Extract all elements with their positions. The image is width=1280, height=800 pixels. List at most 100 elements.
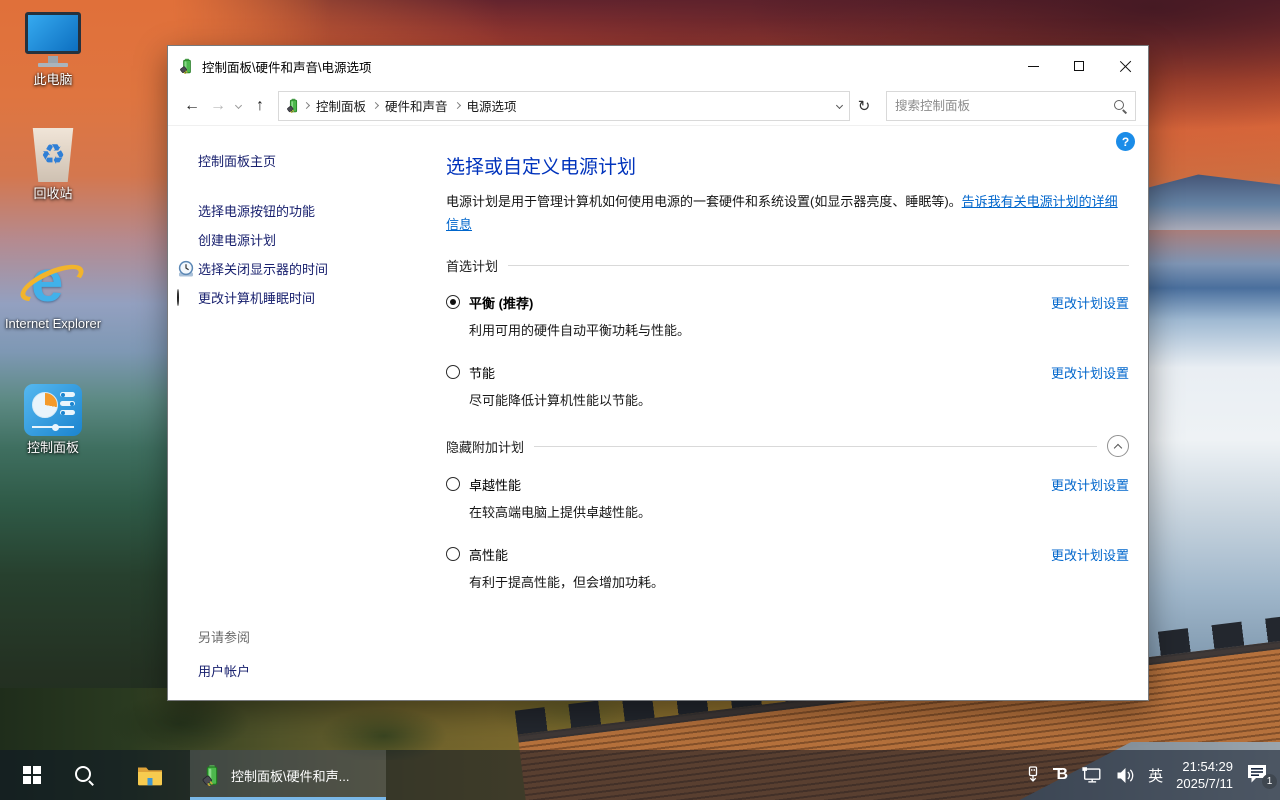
sidebar-item-display-off-time[interactable]: 选择关闭显示器的时间 [168, 255, 446, 284]
section-header-hidden-plans: 隐藏附加计划 [446, 435, 1129, 457]
plan-row-balanced: 平衡 (推荐) 利用可用的硬件自动平衡功耗与性能。 更改计划设置 [446, 293, 1129, 339]
control-panel-tile [24, 384, 82, 436]
address-bar[interactable]: 控制面板 硬件和声音 电源选项 [278, 91, 850, 121]
plan-name: 平衡 (推荐) [469, 293, 690, 312]
chevron-right-icon [303, 102, 310, 109]
desktop-icon-label: 回收站 [4, 186, 102, 202]
breadcrumb-power-options[interactable]: 电源选项 [463, 96, 521, 115]
refresh-icon: ↻ [858, 97, 871, 115]
sidebar-item-user-accounts[interactable]: 用户帐户 [198, 661, 250, 680]
monitor-icon [25, 12, 81, 54]
radio-balanced[interactable] [446, 295, 460, 309]
radio-high-performance[interactable] [446, 547, 460, 561]
change-plan-settings-link[interactable]: 更改计划设置 [1051, 475, 1129, 494]
breadcrumb-control-panel[interactable]: 控制面板 [312, 96, 370, 115]
forward-icon: → [210, 97, 226, 115]
tray-app-b-icon[interactable]: B [1054, 766, 1069, 784]
intro-text: 电源计划是用于管理计算机如何使用电源的一套硬件和系统设置(如显示器亮度、睡眠等)… [446, 190, 1129, 236]
power-options-icon [286, 98, 301, 113]
section-label: 隐藏附加计划 [446, 437, 524, 456]
plan-row-ultimate-performance: 卓越性能 在较高端电脑上提供卓越性能。 更改计划设置 [446, 475, 1129, 521]
preferred-plans: 平衡 (推荐) 利用可用的硬件自动平衡功耗与性能。 更改计划设置 节能 尽可能降… [446, 293, 1129, 409]
sidebar-item-home[interactable]: 控制面板主页 [198, 151, 446, 170]
plan-info: 平衡 (推荐) 利用可用的硬件自动平衡功耗与性能。 [469, 293, 690, 339]
radio-ultimate-performance[interactable] [446, 477, 460, 491]
change-plan-settings-link[interactable]: 更改计划设置 [1051, 363, 1129, 382]
taskbar-search-button[interactable] [58, 750, 110, 800]
search-icon[interactable] [1113, 99, 1127, 113]
search-box[interactable] [886, 91, 1136, 121]
network-icon[interactable] [1081, 766, 1103, 784]
radio-power-saver[interactable] [446, 365, 460, 379]
change-plan-settings-link[interactable]: 更改计划设置 [1051, 545, 1129, 564]
volume-icon[interactable] [1116, 767, 1135, 784]
recycle-bin-icon: ♻ [4, 124, 102, 182]
maximize-icon [1074, 61, 1084, 71]
maximize-button[interactable] [1056, 46, 1102, 86]
chevron-right-icon [453, 102, 460, 109]
address-dropdown-icon[interactable] [836, 102, 843, 109]
back-button[interactable]: ← [178, 97, 206, 115]
collapse-section-button[interactable] [1107, 435, 1129, 457]
clock-icon [177, 260, 195, 278]
up-button[interactable]: ↑ [246, 97, 274, 115]
plan-info: 节能 尽可能降低计算机性能以节能。 [469, 363, 651, 409]
plan-description: 在较高端电脑上提供卓越性能。 [469, 502, 651, 521]
minimize-button[interactable] [1010, 46, 1056, 86]
sidebar-item-label: 更改计算机睡眠时间 [198, 291, 315, 306]
close-button[interactable] [1102, 46, 1148, 86]
system-tray: B 英 21:54:29 2025/7/11 [1025, 758, 1280, 792]
task-label: 控制面板\硬件和声... [231, 766, 349, 785]
desktop: 此电脑 ♻ 回收站 e Internet Explorer [0, 0, 1280, 800]
notification-center-button[interactable]: 1 [1246, 764, 1270, 786]
close-icon [1119, 60, 1131, 72]
search-input[interactable] [895, 99, 1113, 113]
toggle-glyph [60, 401, 75, 406]
change-plan-settings-link[interactable]: 更改计划设置 [1051, 293, 1129, 312]
main-content: 选择或自定义电源计划 电源计划是用于管理计算机如何使用电源的一套硬件和系统设置(… [446, 126, 1148, 702]
desktop-icon-label: 控制面板 [4, 440, 102, 456]
power-options-icon [179, 58, 195, 74]
usb-eject-icon[interactable] [1025, 766, 1041, 784]
see-also-title: 另请参阅 [198, 627, 250, 646]
internet-explorer-icon: e [4, 254, 102, 312]
start-button[interactable] [6, 750, 58, 800]
title-bar[interactable]: 控制面板\硬件和声音\电源选项 [168, 46, 1148, 86]
plan-name: 高性能 [469, 545, 664, 564]
section-label: 首选计划 [446, 256, 498, 275]
windows-logo-icon [23, 766, 41, 784]
sidebar-item-label: 选择电源按钮的功能 [198, 204, 315, 219]
section-header-preferred-plans: 首选计划 [446, 256, 1129, 275]
toggle-glyph [60, 410, 75, 415]
taskbar-task-control-panel[interactable]: 控制面板\硬件和声... [190, 750, 386, 800]
desktop-icon-this-pc[interactable]: 此电脑 [4, 10, 102, 88]
desktop-icon-internet-explorer[interactable]: e Internet Explorer [4, 254, 102, 332]
taskbar-clock[interactable]: 21:54:29 2025/7/11 [1176, 758, 1233, 792]
sidebar-item-power-buttons[interactable]: 选择电源按钮的功能 [168, 197, 446, 226]
toggle-glyph [60, 392, 75, 397]
breadcrumb-hardware-sound[interactable]: 硬件和声音 [381, 96, 452, 115]
forward-button[interactable]: → [206, 97, 230, 115]
refresh-button[interactable]: ↻ [850, 91, 878, 121]
monitor-stand [48, 56, 58, 63]
sidebar-item-label: 选择关闭显示器的时间 [198, 262, 328, 277]
search-icon [74, 765, 94, 785]
plan-row-power-saver: 节能 尽可能降低计算机性能以节能。 更改计划设置 [446, 363, 1129, 409]
hidden-plans: 卓越性能 在较高端电脑上提供卓越性能。 更改计划设置 高性能 有利于提高性能，但… [446, 475, 1129, 591]
plan-row-high-performance: 高性能 有利于提高性能，但会增加功耗。 更改计划设置 [446, 545, 1129, 591]
window-body: ? 控制面板主页 选择电源按钮的功能 创建电源计划 [168, 126, 1148, 702]
desktop-icon-control-panel[interactable]: 控制面板 [4, 378, 102, 456]
power-options-icon [201, 764, 223, 786]
ime-indicator[interactable]: 英 [1148, 765, 1163, 786]
sidebar-item-create-plan[interactable]: 创建电源计划 [168, 226, 446, 255]
file-explorer-button[interactable] [124, 750, 176, 800]
taskbar: 控制面板\硬件和声... B 英 21:5 [0, 750, 1280, 800]
desktop-icon-label: 此电脑 [4, 72, 102, 88]
desktop-icon-recycle-bin[interactable]: ♻ 回收站 [4, 124, 102, 202]
recent-pages-button[interactable] [230, 103, 246, 108]
sidebar-item-sleep-time[interactable]: 更改计算机睡眠时间 [168, 284, 446, 313]
divider-line [508, 265, 1129, 266]
up-icon: ↑ [256, 97, 264, 115]
plan-description: 利用可用的硬件自动平衡功耗与性能。 [469, 320, 690, 339]
clock-time: 21:54:29 [1176, 758, 1233, 775]
